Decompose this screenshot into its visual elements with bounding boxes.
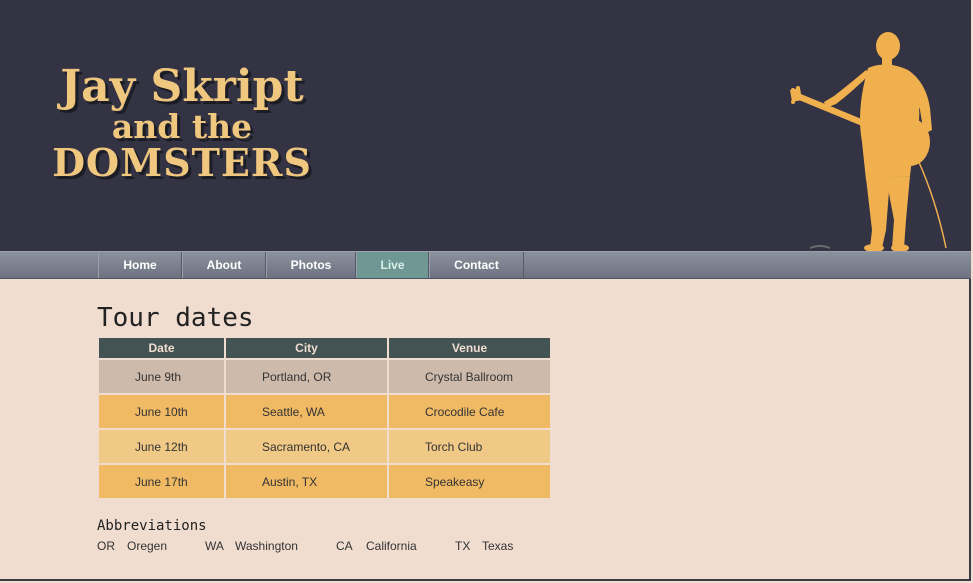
abbreviation-item: WA Washington — [205, 539, 298, 553]
abbreviation-code: CA — [336, 539, 353, 553]
tour-dates-table: Date City Venue June 9th Portland, OR Cr… — [97, 336, 552, 500]
logo-line-3: DOMSTERS — [52, 140, 312, 185]
logo-line-2: and the — [111, 107, 253, 146]
site-header: Jay Skript and the DOMSTERS — [0, 0, 971, 251]
abbreviation-code: TX — [455, 539, 471, 553]
cell-city: Seattle, WA — [226, 395, 387, 428]
cell-venue: Crocodile Cafe — [389, 395, 550, 428]
abbreviation-name: California — [366, 539, 417, 553]
abbreviation-name: Texas — [482, 539, 514, 553]
column-header-city: City — [226, 338, 387, 358]
main-navigation: Home About Photos Live Contact — [0, 251, 971, 279]
band-logo[interactable]: Jay Skript and the DOMSTERS — [37, 64, 327, 184]
cell-venue: Torch Club — [389, 430, 550, 463]
cell-city: Portland, OR — [226, 360, 387, 393]
nav-home[interactable]: Home — [98, 252, 182, 278]
cell-date: June 9th — [99, 360, 224, 393]
cell-date: June 17th — [99, 465, 224, 498]
nav-about[interactable]: About — [182, 252, 266, 278]
cell-venue: Speakeasy — [389, 465, 550, 498]
cell-city: Sacramento, CA — [226, 430, 387, 463]
table-row: June 17th Austin, TX Speakeasy — [99, 465, 550, 498]
page-title: Tour dates — [97, 303, 254, 333]
cell-date: June 10th — [99, 395, 224, 428]
table-row: June 10th Seattle, WA Crocodile Cafe — [99, 395, 550, 428]
column-header-date: Date — [99, 338, 224, 358]
abbreviation-item: TX Texas — [455, 539, 513, 553]
table-row: June 12th Sacramento, CA Torch Club — [99, 430, 550, 463]
guitarist-silhouette-icon — [790, 32, 947, 251]
abbreviation-item: CA California — [336, 539, 417, 553]
abbreviation-item: OR Oregen — [97, 539, 167, 553]
cell-date: June 12th — [99, 430, 224, 463]
cell-venue: Crystal Ballroom — [389, 360, 550, 393]
abbreviation-name: Washington — [235, 539, 298, 553]
column-header-venue: Venue — [389, 338, 550, 358]
table-header-row: Date City Venue — [99, 338, 550, 358]
abbreviation-code: WA — [205, 539, 224, 553]
nav-photos[interactable]: Photos — [266, 252, 356, 278]
nav-contact[interactable]: Contact — [429, 252, 524, 278]
cell-city: Austin, TX — [226, 465, 387, 498]
abbreviation-name: Oregen — [127, 539, 168, 553]
logo-line-1: Jay Skript — [60, 61, 304, 112]
abbreviation-code: OR — [97, 539, 115, 553]
nav-live[interactable]: Live — [356, 252, 429, 278]
table-row: June 9th Portland, OR Crystal Ballroom — [99, 360, 550, 393]
abbreviations-title: Abbreviations — [97, 518, 207, 534]
